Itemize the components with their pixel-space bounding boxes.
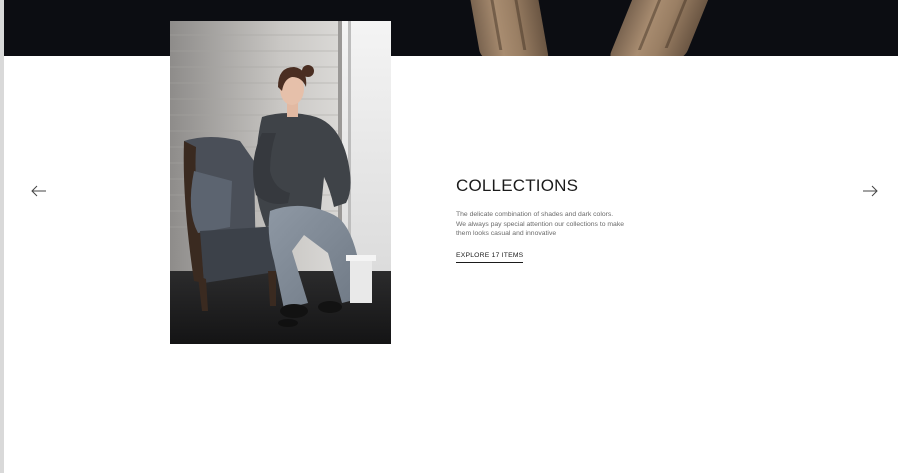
top-banner-image xyxy=(4,0,898,56)
explore-items-link[interactable]: EXPLORE 17 ITEMS xyxy=(456,252,524,263)
trouser-leg-right xyxy=(607,0,717,56)
fabric-fold xyxy=(488,0,503,50)
collections-page: COLLECTIONS The delicate combination of … xyxy=(0,0,898,473)
collection-description: The delicate combination of shades and d… xyxy=(456,210,631,239)
collection-title: COLLECTIONS xyxy=(456,176,579,195)
description-line: The delicate combination of shades and d… xyxy=(456,211,614,218)
fabric-fold xyxy=(664,0,688,48)
next-slide-button[interactable] xyxy=(861,183,879,199)
window-edge xyxy=(0,0,4,473)
arrow-right-icon xyxy=(863,185,878,197)
fabric-fold xyxy=(514,0,527,50)
description-line: We always pay special attention our coll… xyxy=(456,220,624,228)
previous-slide-button[interactable] xyxy=(30,183,48,199)
collection-info: COLLECTIONS The delicate combination of … xyxy=(456,176,656,263)
fabric-fold xyxy=(637,0,666,50)
description-line: them looks casual and innovative xyxy=(456,230,557,238)
arrow-left-icon xyxy=(31,185,46,197)
collection-photo xyxy=(170,21,391,344)
trouser-leg-left xyxy=(466,0,550,56)
